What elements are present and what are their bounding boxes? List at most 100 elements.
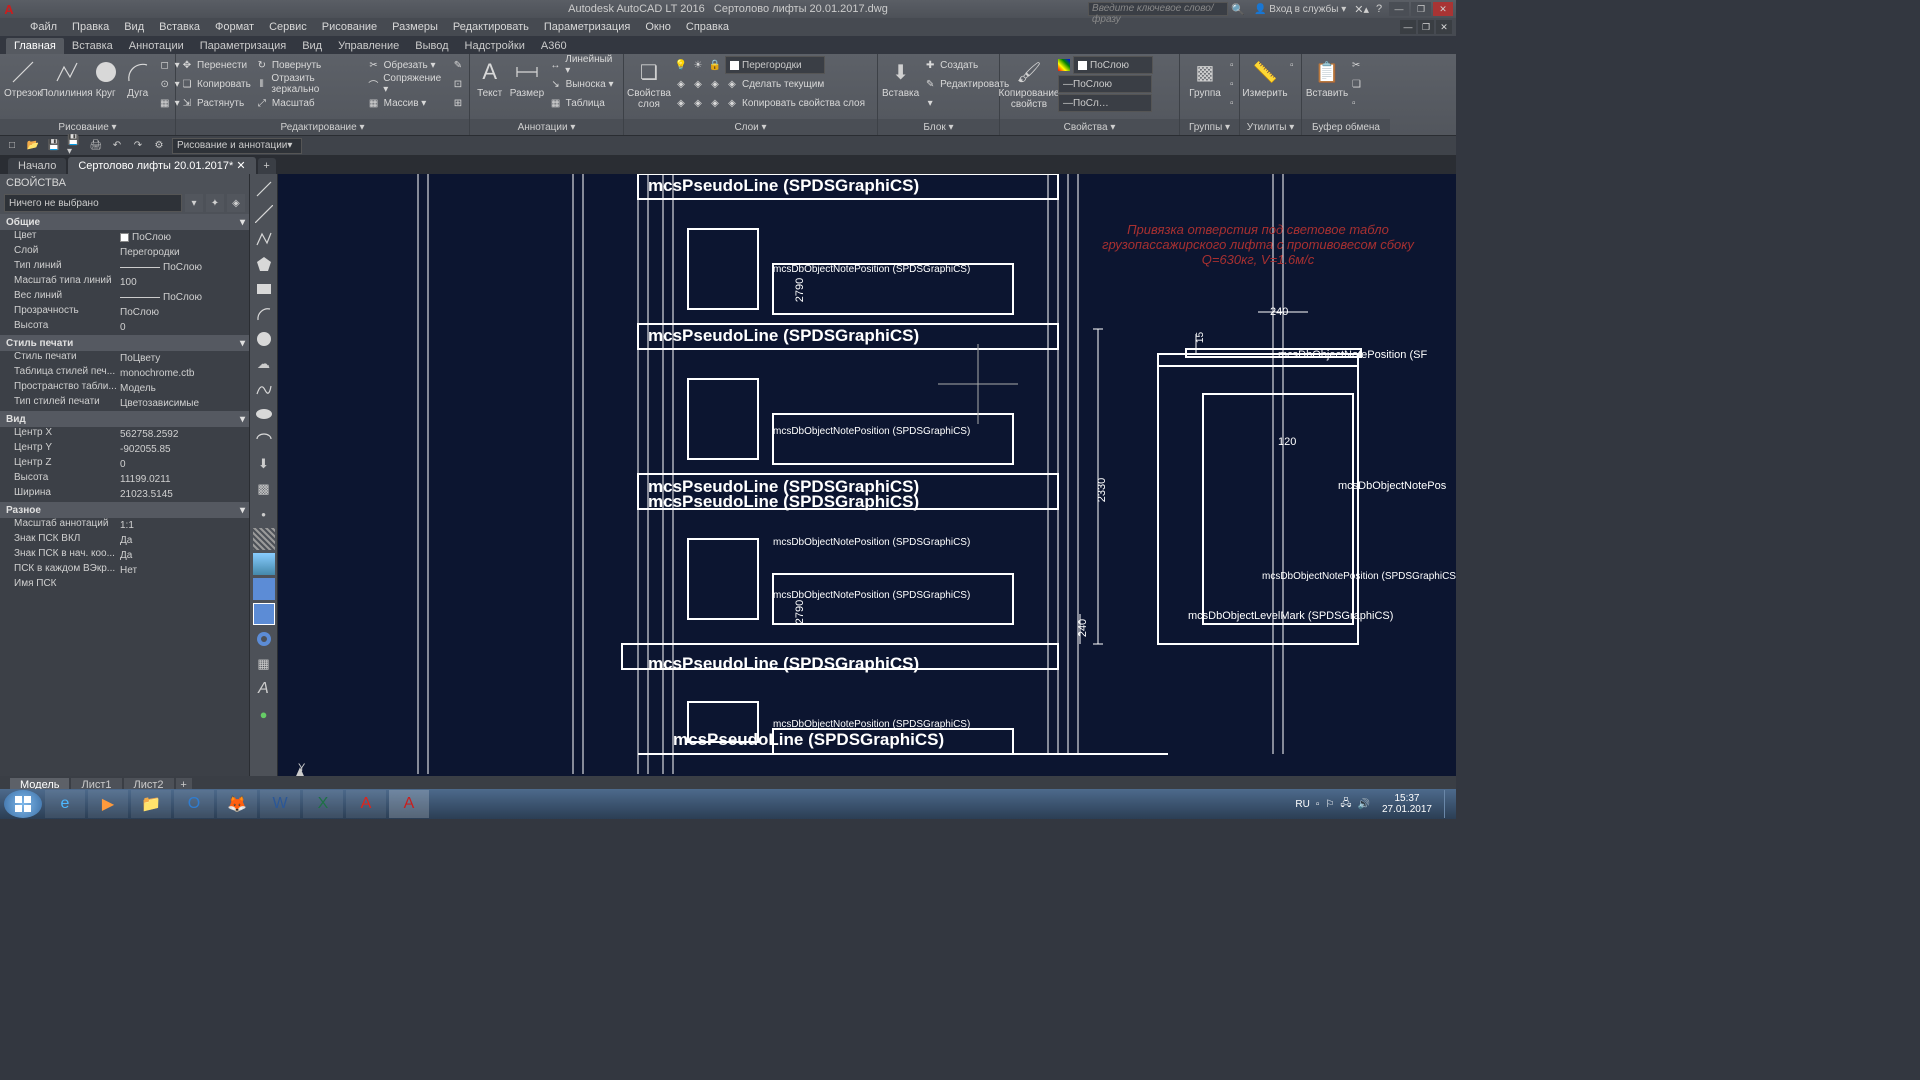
menu-dims[interactable]: Размеры xyxy=(392,21,438,33)
block-ext-button[interactable]: ▾ xyxy=(923,94,1009,112)
block-edit-button[interactable]: ✎Редактировать xyxy=(923,75,1009,93)
qat-open[interactable]: 📂 xyxy=(25,138,41,154)
show-desktop-button[interactable] xyxy=(1444,790,1452,818)
login-button[interactable]: 👤 Вход в службы ▾ xyxy=(1254,4,1346,15)
tool-line[interactable] xyxy=(253,178,275,200)
prop-row[interactable]: Тип линийПоСлою xyxy=(0,260,249,275)
polyline-button[interactable]: Полилиния xyxy=(46,56,88,99)
qat-save[interactable]: 💾 xyxy=(46,138,62,154)
clip-cut[interactable]: ✂ xyxy=(1352,56,1361,74)
tool-insert[interactable]: ⬇ xyxy=(253,453,275,475)
prop-section-misc[interactable]: Разное▾ xyxy=(0,502,249,518)
tool-spline[interactable] xyxy=(253,378,275,400)
add-tab-button[interactable]: + xyxy=(258,158,276,174)
stretch-button[interactable]: ⇲Растянуть xyxy=(180,94,251,112)
leader-button[interactable]: ↘Выноска ▾ xyxy=(549,75,619,93)
menu-view[interactable]: Вид xyxy=(124,21,144,33)
exchange-icon[interactable]: ✕▴ xyxy=(1354,3,1369,16)
help-search-input[interactable]: Введите ключевое слово/фразу xyxy=(1088,2,1228,16)
group-ext2[interactable]: ▫ xyxy=(1230,75,1234,93)
prop-row[interactable]: Высота0 xyxy=(0,320,249,335)
tab-param[interactable]: Параметризация xyxy=(192,38,294,54)
trim-button[interactable]: ✂Обрезать ▾ xyxy=(367,56,447,74)
maximize-button[interactable]: ❐ xyxy=(1411,2,1431,16)
close-button[interactable]: ✕ xyxy=(1433,2,1453,16)
lineweight-combo[interactable]: — ПоСлою xyxy=(1058,75,1152,93)
tray-flag-icon[interactable]: ▫ xyxy=(1316,799,1320,810)
dimension-button[interactable]: Размер xyxy=(509,56,544,99)
rotate-button[interactable]: ↻Повернуть xyxy=(255,56,363,74)
taskbar-autocad[interactable]: A xyxy=(389,790,429,818)
tool-block[interactable]: ▩ xyxy=(253,478,275,500)
prop-section-plot[interactable]: Стиль печати▾ xyxy=(0,335,249,351)
prop-row[interactable]: Высота11199.0211 xyxy=(0,472,249,487)
tab-current-doc[interactable]: Сертолово лифты 20.01.2017* ✕ xyxy=(68,157,255,174)
selection-combo[interactable]: Ничего не выбрано xyxy=(4,194,182,212)
panel-groups-title[interactable]: Группы ▾ xyxy=(1180,119,1239,135)
tab-output[interactable]: Вывод xyxy=(407,38,456,54)
tool-circle[interactable] xyxy=(253,328,275,350)
prop-row[interactable]: Центр Y-902055.85 xyxy=(0,442,249,457)
panel-props-title[interactable]: Свойства ▾ xyxy=(1000,119,1179,135)
prop-row[interactable]: Ширина21023.5145 xyxy=(0,487,249,502)
prop-row[interactable]: Центр X562758.2592 xyxy=(0,427,249,442)
circle-button[interactable]: Круг xyxy=(92,56,120,99)
prop-row[interactable]: Знак ПСК ВКЛДа xyxy=(0,533,249,548)
qat-redo[interactable]: ↷ xyxy=(130,138,146,154)
tab-start[interactable]: Начало xyxy=(8,158,66,174)
menu-insert[interactable]: Вставка xyxy=(159,21,200,33)
modify-ext2[interactable]: ⊡ xyxy=(451,75,465,93)
color-combo[interactable]: ПоСлою xyxy=(1073,56,1153,74)
start-button[interactable] xyxy=(4,790,42,818)
help-icon[interactable]: ? xyxy=(1371,3,1387,15)
doc-close-button[interactable]: ✕ xyxy=(1436,20,1452,34)
pickadd-button[interactable]: ✦ xyxy=(206,194,224,212)
tool-addsel[interactable]: ● xyxy=(253,703,275,725)
taskbar-ie[interactable]: e xyxy=(45,790,85,818)
block-create-button[interactable]: ✚Создать xyxy=(923,56,1009,74)
match-props-button[interactable]: 🖌Копирование свойств xyxy=(1004,56,1054,110)
layer-props-button[interactable]: ❏Свойства слоя xyxy=(628,56,670,110)
tool-wipeout[interactable] xyxy=(253,603,275,625)
layer-match-button[interactable]: ◈◈◈◈Копировать свойства слоя xyxy=(674,94,873,112)
selectobj-button[interactable]: ◈ xyxy=(227,194,245,212)
prop-row[interactable]: Стиль печатиПоЦвету xyxy=(0,351,249,366)
menu-file[interactable]: Файл xyxy=(30,21,57,33)
prop-row[interactable]: Таблица стилей печ...monochrome.ctb xyxy=(0,366,249,381)
make-current-button[interactable]: ◈◈◈◈Сделать текущим xyxy=(674,75,873,93)
tool-region[interactable] xyxy=(253,578,275,600)
qat-saveas[interactable]: 💾▾ xyxy=(67,138,83,154)
app-logo-icon[interactable]: A xyxy=(0,0,18,18)
tab-annotate[interactable]: Аннотации xyxy=(121,38,192,54)
text-button[interactable]: AТекст xyxy=(474,56,505,99)
table-button[interactable]: ▦Таблица xyxy=(549,94,619,112)
prop-row[interactable]: ЦветПоСлою xyxy=(0,230,249,245)
tool-table[interactable]: ▦ xyxy=(253,653,275,675)
tab-view[interactable]: Вид xyxy=(294,38,330,54)
clip-ext[interactable]: ▫ xyxy=(1352,94,1361,112)
mirror-button[interactable]: ⦀Отразить зеркально xyxy=(255,75,363,93)
qat-plot[interactable]: 🖨 xyxy=(88,138,104,154)
linetype-combo[interactable]: — ПоСл… xyxy=(1058,94,1152,112)
tool-cloud[interactable]: ☁ xyxy=(253,353,275,375)
tab-home[interactable]: Главная xyxy=(6,38,64,54)
move-button[interactable]: ✥Перенести xyxy=(180,56,251,74)
workspace-combo[interactable]: Рисование и аннотации ▾ xyxy=(172,138,302,154)
panel-draw-title[interactable]: Рисование ▾ xyxy=(0,119,175,135)
linear-button[interactable]: ↔Линейный ▾ xyxy=(549,56,619,74)
panel-utils-title[interactable]: Утилиты ▾ xyxy=(1240,119,1301,135)
paste-button[interactable]: 📋Вставить xyxy=(1306,56,1348,99)
tray-lang[interactable]: RU xyxy=(1295,799,1309,810)
prop-row[interactable]: ПрозрачностьПоСлою xyxy=(0,305,249,320)
prop-row[interactable]: Масштаб типа линий100 xyxy=(0,275,249,290)
tray-net-icon[interactable]: 🖧 xyxy=(1340,796,1351,813)
prop-row[interactable]: ПСК в каждом ВЭкр...Нет xyxy=(0,563,249,578)
quickselect-button[interactable]: ▾ xyxy=(185,194,203,212)
doc-restore-button[interactable]: ❐ xyxy=(1418,20,1434,34)
sun-icon[interactable]: ☀ xyxy=(691,58,705,72)
tab-manage[interactable]: Управление xyxy=(330,38,407,54)
prop-row[interactable]: Вес линийПоСлою xyxy=(0,290,249,305)
modify-ext1[interactable]: ✎ xyxy=(451,56,465,74)
taskbar-outlook[interactable]: O xyxy=(174,790,214,818)
taskbar-explorer[interactable]: 📁 xyxy=(131,790,171,818)
